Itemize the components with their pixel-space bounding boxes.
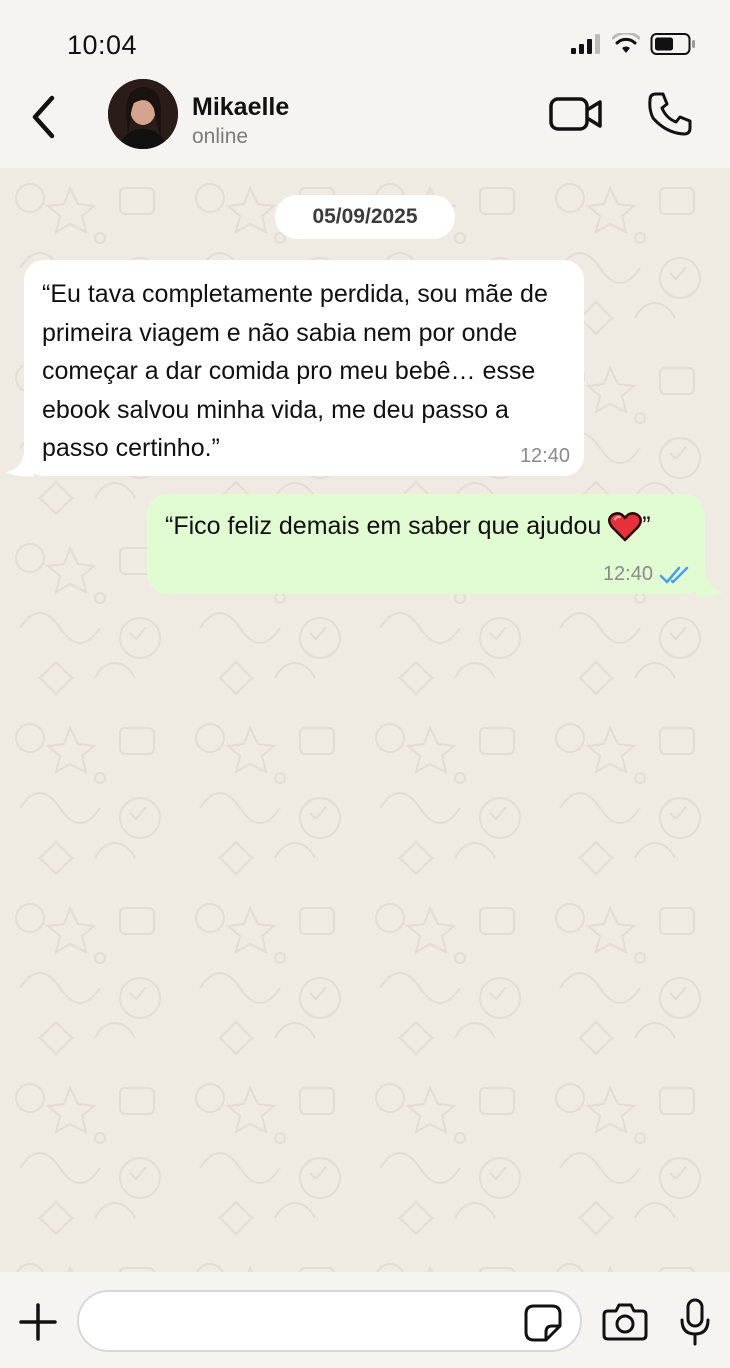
incoming-message[interactable]: “Eu tava completamente perdida, sou mãe … bbox=[24, 260, 584, 476]
chat-area[interactable]: 05/09/2025 “Eu tava completamente perdid… bbox=[0, 168, 730, 1272]
contact-name[interactable]: Mikaelle bbox=[192, 93, 289, 122]
attach-button[interactable] bbox=[18, 1302, 58, 1342]
battery-icon bbox=[650, 33, 695, 55]
outgoing-message[interactable]: “Fico feliz demais em saber que ajudou ”… bbox=[147, 494, 705, 594]
status-bar: 10:04 bbox=[0, 0, 730, 78]
chevron-left-icon bbox=[32, 95, 55, 139]
camera-button[interactable] bbox=[602, 1303, 648, 1341]
microphone-button[interactable] bbox=[678, 1298, 712, 1346]
message-text: “Eu tava completamente perdida, sou mãe … bbox=[42, 280, 548, 462]
sticker-button[interactable] bbox=[524, 1304, 562, 1342]
voice-call-button[interactable] bbox=[646, 90, 694, 138]
avatar[interactable] bbox=[108, 79, 178, 149]
message-meta: 12:40 bbox=[603, 563, 691, 586]
message-text: “Fico feliz demais em saber que ajudou ” bbox=[165, 508, 687, 552]
camera-icon bbox=[602, 1303, 648, 1341]
plus-icon bbox=[19, 1303, 57, 1341]
chat-header: Mikaelle online bbox=[0, 78, 730, 168]
back-button[interactable] bbox=[24, 92, 64, 142]
status-icons bbox=[570, 32, 696, 56]
date-divider: 05/09/2025 bbox=[275, 195, 455, 239]
status-time: 10:04 bbox=[67, 30, 138, 60]
message-time: 12:40 bbox=[519, 445, 570, 467]
message-text-part: “Fico feliz demais em saber que ajudou bbox=[165, 512, 609, 540]
contact-status: online bbox=[192, 125, 249, 148]
heart-emoji bbox=[608, 512, 643, 552]
message-input[interactable] bbox=[77, 1290, 582, 1352]
sticker-icon bbox=[524, 1304, 562, 1342]
message-text-part: ” bbox=[642, 512, 651, 540]
video-call-button[interactable] bbox=[548, 94, 604, 134]
message-time: 12:40 bbox=[602, 563, 653, 585]
avatar-photo bbox=[108, 79, 178, 149]
input-bar bbox=[0, 1272, 730, 1368]
signal-icon bbox=[571, 34, 600, 54]
read-ticks-icon bbox=[659, 566, 689, 583]
video-camera-icon bbox=[549, 97, 602, 131]
phone-icon bbox=[648, 92, 692, 136]
wifi-icon bbox=[612, 33, 640, 53]
microphone-icon bbox=[680, 1298, 710, 1346]
